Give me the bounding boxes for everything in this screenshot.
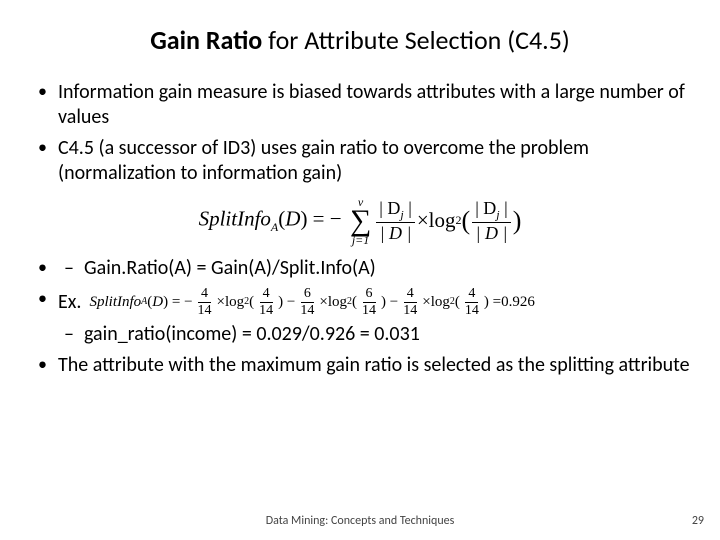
- title-rest: for Attribute Selection (C4.5): [262, 24, 569, 56]
- fraction: | Dj | | D |: [472, 199, 511, 242]
- title-bold: Gain Ratio: [150, 24, 262, 56]
- bullet-5: The attribute with the maximum gain rati…: [30, 353, 690, 378]
- bullet-list: Information gain measure is biased towar…: [30, 80, 690, 186]
- bullet-4-sub: gain_ratio(income) = 0.029/0.926 = 0.031: [58, 322, 690, 347]
- bullet-list-2: Gain.Ratio(A) = Gain(A)/Split.Info(A) Ex…: [30, 256, 690, 378]
- slide-title: Gain Ratio for Attribute Selection (C4.5…: [30, 24, 690, 56]
- sigma-icon: v ∑ j=1: [350, 196, 371, 246]
- split-info-example: SplitInfoA(D) = − 414 ×log2(414) − 614 ×…: [89, 287, 534, 318]
- bullet-3-sub: Gain.Ratio(A) = Gain(A)/Split.Info(A): [58, 256, 690, 281]
- bullet-3-wrap: Gain.Ratio(A) = Gain(A)/Split.Info(A): [30, 256, 690, 281]
- page-number: 29: [692, 514, 704, 528]
- fraction: | Dj | | D |: [376, 199, 415, 242]
- split-info-formula: SplitInfoA(D) = − v ∑ j=1 | Dj | | D | ×…: [30, 196, 690, 246]
- ex-label: Ex.: [58, 290, 81, 315]
- footer-text: Data Mining: Concepts and Techniques: [0, 514, 720, 528]
- bullet-1: Information gain measure is biased towar…: [30, 80, 690, 130]
- bullet-2: C4.5 (a successor of ID3) uses gain rati…: [30, 136, 690, 186]
- bullet-4: Ex. SplitInfoA(D) = − 414 ×log2(414) − 6…: [30, 287, 690, 347]
